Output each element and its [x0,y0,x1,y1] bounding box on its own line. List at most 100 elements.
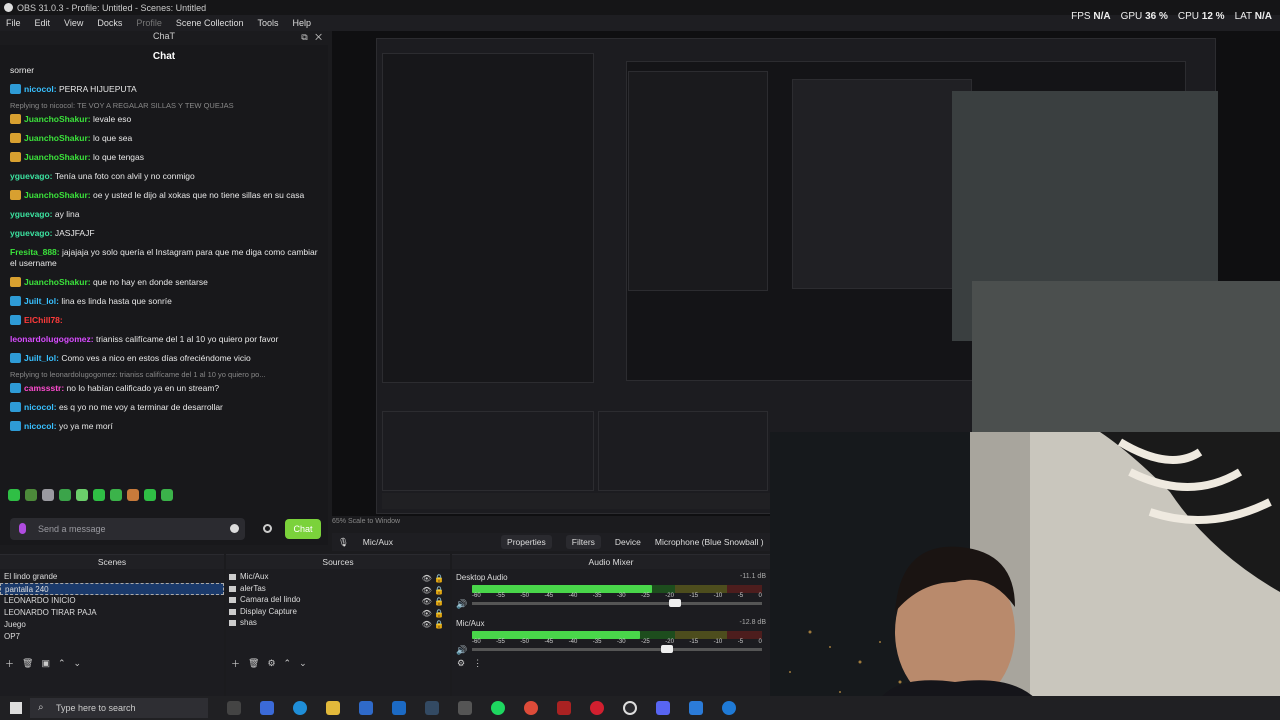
chat-username[interactable]: leonardolugogomez: [10,334,96,344]
source-item[interactable]: alerTas 👁 🔒 [226,583,450,595]
chat-username[interactable]: JuanchoShakur: [24,114,93,124]
filters-button[interactable]: Filters [565,535,601,549]
source-item[interactable]: Mic/Aux 👁 🔒 [226,571,450,583]
source-item[interactable]: Camara del lindo 👁 🔒 [226,594,450,606]
chat-username[interactable]: nicocol: [24,421,59,431]
app-icon[interactable] [689,701,703,715]
down-icon[interactable]: ⌄ [74,658,82,669]
menu-docks[interactable]: Docks [97,18,122,28]
emote-icon[interactable] [127,489,139,501]
add-icon[interactable]: ＋ [5,657,14,670]
tick-label: -25 [641,639,650,645]
chat-username[interactable]: nicocol: [24,84,59,94]
properties-button[interactable]: Properties [501,535,552,549]
chat-input[interactable]: Send a message [10,518,245,540]
emote-icon[interactable] [8,489,20,501]
chat-username[interactable]: yguevago: [10,209,55,219]
menu-scene-collection[interactable]: Scene Collection [176,18,244,28]
chat-send-button[interactable]: Chat [285,519,321,539]
taskbar-search[interactable]: ⌕ Type here to search [30,698,208,718]
emote-icon[interactable] [93,489,105,501]
scene-item[interactable]: LEONARDO INICIO [0,595,224,607]
source-item[interactable]: shas 👁 🔒 [226,617,450,629]
scene-list[interactable]: El lindo grande pantalla 240 LEONARDO INIC… [0,569,224,643]
tick-label: -50 [520,593,529,599]
volume-slider-handle[interactable] [669,599,682,607]
app-icon[interactable] [722,701,736,715]
menu-view[interactable]: View [64,18,83,28]
obs-icon[interactable] [623,701,637,715]
windows-start-icon[interactable] [10,702,22,714]
more-icon[interactable]: ⋮ [473,658,482,669]
chat-message: nicocol: es q yo no me voy a terminar de… [0,398,328,417]
gear-icon[interactable]: ⚙ [457,658,465,669]
chat-username[interactable]: JuanchoShakur: [24,133,93,143]
chat-username[interactable]: JuanchoShakur: [24,277,93,287]
source-list[interactable]: Mic/Aux 👁 🔒 alerTas 👁 🔒 Camara del lindo 👁 🔒 D… [226,569,450,629]
steam-icon[interactable] [425,701,439,715]
spotify-icon[interactable] [491,701,505,715]
close-icon[interactable]: ✕ [315,32,322,42]
app-icon[interactable] [260,701,274,715]
opera-icon[interactable] [590,701,604,715]
chat-username[interactable]: yguevago: [10,171,55,181]
emote-icon[interactable] [144,489,156,501]
chat-username[interactable]: Juilt_lol: [24,296,61,306]
outlook-icon[interactable] [392,701,406,715]
up-icon[interactable]: ⌃ [58,658,66,669]
scene-item[interactable]: OP7 [0,631,224,643]
chat-username[interactable]: Fresita_888: [10,247,62,257]
menu-profile[interactable]: Profile [136,18,162,28]
add-icon[interactable]: ＋ [231,657,240,670]
task-view-icon[interactable] [227,701,241,715]
chat-message-list[interactable]: sorner nicocol: PERRA HIJUEPUTA Replying t… [0,61,328,485]
float-icon[interactable]: ⧉ [301,32,307,42]
up-icon[interactable]: ⌃ [284,658,292,669]
volume-slider-handle[interactable] [660,645,673,653]
chrome-icon[interactable] [524,701,538,715]
chat-dock-title: ChaT [152,31,175,41]
chat-username[interactable]: yguevago: [10,228,55,238]
visibility-icon[interactable]: 👁 🔒 [422,619,444,631]
volume-slider[interactable] [472,645,762,653]
filter-icon[interactable]: ▣ [41,658,50,669]
folder-icon[interactable] [326,701,340,715]
scene-item[interactable]: pantalla 240 [0,583,224,595]
emote-icon[interactable] [59,489,71,501]
speaker-icon[interactable]: 🔊 [456,645,467,656]
emote-icon[interactable] [76,489,88,501]
chat-username[interactable]: ElChill78: [24,315,63,325]
gear-icon[interactable] [263,524,272,533]
gear-icon[interactable]: ⚙ [267,658,275,669]
menu-help[interactable]: Help [292,18,311,28]
scene-item[interactable]: LEONARDO TIRAR PAJA [0,607,224,619]
volume-slider[interactable] [472,599,762,607]
app-icon[interactable] [557,701,571,715]
trash-icon[interactable]: 🗑 [22,658,33,669]
scene-item[interactable]: El lindo grande [0,571,224,583]
emote-icon[interactable] [42,489,54,501]
down-icon[interactable]: ⌄ [299,658,307,669]
chat-username[interactable]: JuanchoShakur: [24,190,93,200]
app-icon[interactable] [458,701,472,715]
emoji-icon[interactable] [230,524,239,533]
source-item[interactable]: Display Capture 👁 🔒 [226,606,450,618]
chat-username[interactable]: Juilt_lol: [24,353,61,363]
device-value[interactable]: Microphone (Blue Snowball ) [655,537,764,547]
discord-icon[interactable] [656,701,670,715]
chat-username[interactable]: nicocol: [24,402,59,412]
trash-icon[interactable]: 🗑 [248,658,259,669]
menu-tools[interactable]: Tools [257,18,278,28]
scene-item[interactable]: Juego [0,619,224,631]
source-label: Mic/Aux [240,572,269,581]
emote-icon[interactable] [110,489,122,501]
emote-icon[interactable] [25,489,37,501]
speaker-icon[interactable]: 🔊 [456,599,467,610]
chat-username[interactable]: camssstr: [24,383,67,393]
menu-file[interactable]: File [6,18,21,28]
menu-edit[interactable]: Edit [35,18,51,28]
chat-username[interactable]: JuanchoShakur: [24,152,93,162]
calendar-icon[interactable] [359,701,373,715]
edge-icon[interactable] [293,701,307,715]
emote-icon[interactable] [161,489,173,501]
